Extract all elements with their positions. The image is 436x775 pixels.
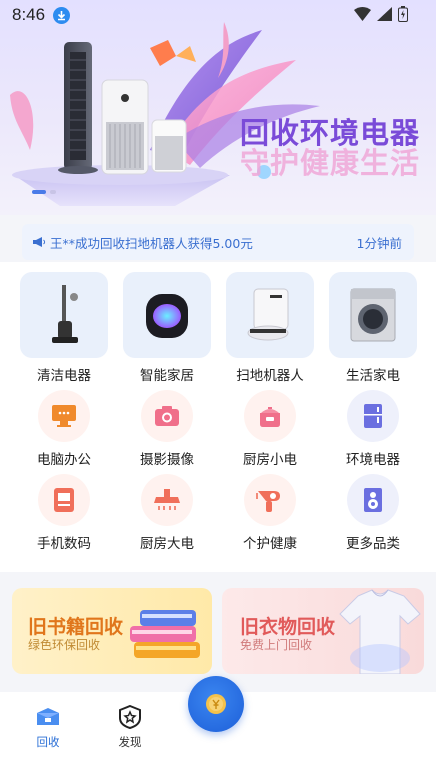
megaphone-icon xyxy=(33,237,46,247)
books-icon xyxy=(130,610,200,658)
promo-clothes-recycle[interactable]: 旧衣物回收 免费上门回收 xyxy=(222,588,424,674)
banner-illustration xyxy=(10,22,320,206)
tab-label: 发现 xyxy=(118,735,142,749)
promo-subtitle: 绿色环保回收 xyxy=(28,638,101,652)
category-smart-home[interactable]: 智能家居 xyxy=(123,272,211,384)
category-home-appliance[interactable]: 生活家电 xyxy=(329,272,417,384)
tab-recycle[interactable]: 回收 xyxy=(18,704,78,750)
category-more[interactable]: 更多品类 xyxy=(328,474,418,552)
category-label: 清洁电器 xyxy=(37,368,91,384)
washing-machine-icon xyxy=(329,272,417,358)
category-label: 智能家居 xyxy=(140,368,194,384)
smart-speaker-icon xyxy=(123,272,211,358)
camera-icon xyxy=(141,390,193,442)
promo-book-recycle[interactable]: 旧书籍回收 绿色环保回收 xyxy=(12,588,212,674)
banner-subtitle: 守护健康生活 xyxy=(240,146,421,180)
category-kitchen-large[interactable]: 厨房大电 xyxy=(122,474,212,552)
range-hood-icon xyxy=(141,474,193,526)
recycle-ticker[interactable]: 王**成功回收扫地机器人获得5.00元 1分钟前 xyxy=(22,224,414,260)
category-cleaning[interactable]: 清洁电器 xyxy=(20,272,108,384)
coin-icon xyxy=(206,694,226,714)
center-action-button[interactable] xyxy=(188,676,244,732)
vacuum-cleaner-icon xyxy=(20,272,108,358)
recycle-box-icon xyxy=(35,704,61,730)
ticker-message: 王**成功回收扫地机器人获得5.00元 xyxy=(50,235,253,251)
speaker-icon xyxy=(347,474,399,526)
category-personal-care[interactable]: 个护健康 xyxy=(225,474,315,552)
phone-icon xyxy=(38,474,90,526)
category-label: 生活家电 xyxy=(346,368,400,384)
category-section: 清洁电器 智能家居 扫地机器人 生活家电 电脑办公 摄影摄像 厨房小电 环境电器… xyxy=(0,262,436,572)
promo-subtitle: 免费上门回收 xyxy=(240,638,313,652)
banner-pagination xyxy=(32,190,56,194)
promo-title: 旧衣物回收 xyxy=(240,616,336,638)
ticker-time: 1分钟前 xyxy=(356,235,402,251)
status-icons xyxy=(354,6,408,22)
robot-vacuum-icon xyxy=(226,272,314,358)
hero-banner[interactable]: 回收环境电器 守护健康生活 xyxy=(0,0,436,215)
fridge-icon xyxy=(347,390,399,442)
battery-icon xyxy=(398,6,408,22)
category-label: 摄影摄像 xyxy=(140,452,194,468)
hair-dryer-icon xyxy=(244,474,296,526)
banner-dot xyxy=(50,190,56,194)
status-bar: 8:46 xyxy=(0,0,436,30)
tab-discover[interactable]: 发现 xyxy=(100,704,160,750)
category-label: 厨房小电 xyxy=(243,452,297,468)
discover-icon xyxy=(117,704,143,730)
promo-title: 旧书籍回收 xyxy=(28,616,124,638)
category-kitchen-small[interactable]: 厨房小电 xyxy=(225,390,315,468)
wifi-icon xyxy=(354,7,371,21)
category-label: 扫地机器人 xyxy=(236,368,304,384)
download-icon xyxy=(53,6,71,24)
category-label: 环境电器 xyxy=(346,452,400,468)
category-label: 个护健康 xyxy=(243,536,297,552)
banner-dot-active xyxy=(32,190,46,194)
category-environment[interactable]: 环境电器 xyxy=(328,390,418,468)
category-label: 电脑办公 xyxy=(37,452,91,468)
signal-icon xyxy=(377,7,392,21)
status-time: 8:46 xyxy=(12,5,46,24)
category-label: 更多品类 xyxy=(346,536,400,552)
monitor-icon xyxy=(38,390,90,442)
rice-cooker-icon xyxy=(244,390,296,442)
category-phone[interactable]: 手机数码 xyxy=(19,474,109,552)
tab-label: 回收 xyxy=(36,735,60,749)
category-computer[interactable]: 电脑办公 xyxy=(19,390,109,468)
category-robot-vacuum[interactable]: 扫地机器人 xyxy=(226,272,314,384)
category-label: 厨房大电 xyxy=(140,536,194,552)
category-label: 手机数码 xyxy=(37,536,91,552)
category-camera[interactable]: 摄影摄像 xyxy=(122,390,212,468)
shirt-icon xyxy=(339,589,421,674)
